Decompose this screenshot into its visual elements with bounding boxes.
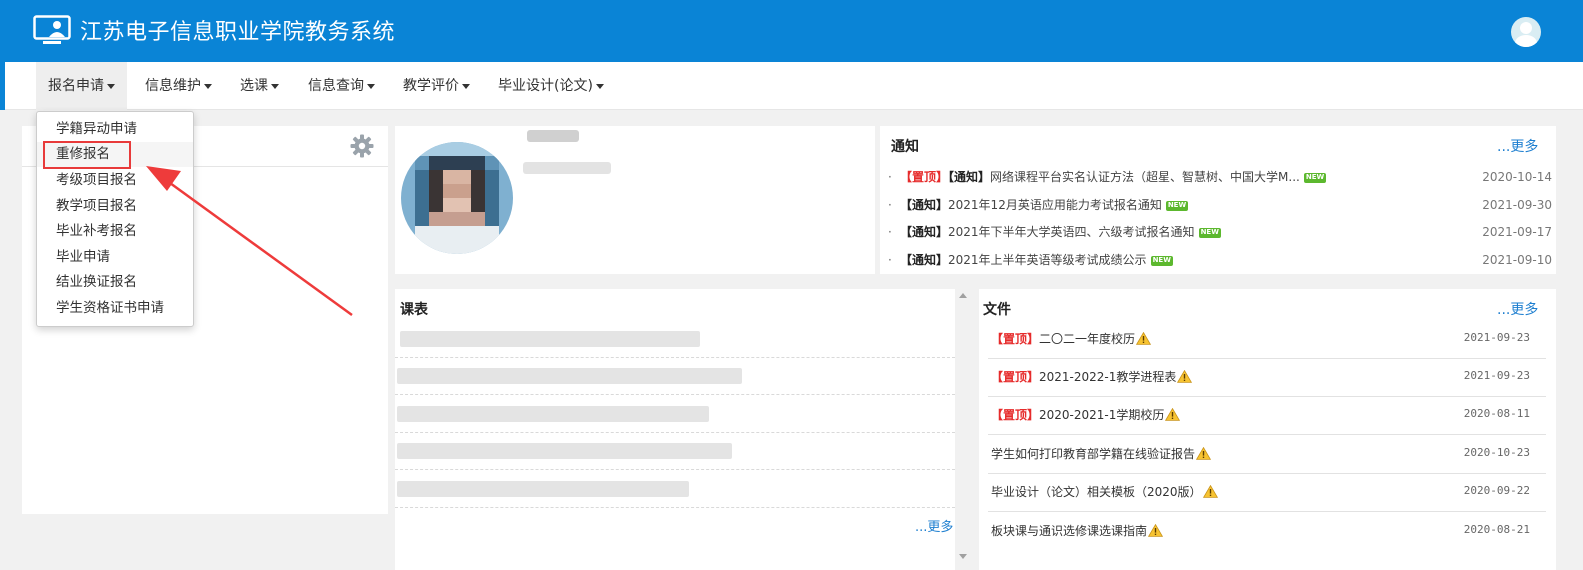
profile-photo [401,142,513,254]
dropdown-item-certificate-exchange[interactable]: 结业换证报名 [37,270,193,295]
schedule-row [395,321,955,358]
dropdown-item-makeup-exam-registration[interactable]: 毕业补考报名 [37,219,193,244]
warning-icon [1202,485,1218,498]
notice-title: 通知 [891,139,919,155]
file-item[interactable]: 【置顶】2021-2022-1教学进程表 2021-09-23 [988,359,1546,397]
new-badge: NEW [1198,227,1221,238]
app-title: 江苏电子信息职业学院教务系统 [80,20,396,45]
student-name-blurred [527,130,579,142]
warning-icon [1136,332,1152,345]
new-badge: NEW [1303,172,1327,183]
dropdown-item-status-change[interactable]: 学籍异动申请 [37,117,193,142]
schedule-row [395,433,955,470]
nav-registration[interactable]: 报名申请 [36,62,127,110]
user-avatar-icon[interactable] [1511,17,1541,47]
dropdown-item-qualification-certificate[interactable]: 学生资格证书申请 [37,296,193,321]
app-header: 江苏电子信息职业学院教务系统 [0,0,1583,62]
nav-info-query[interactable]: 信息查询 [296,62,387,110]
files-more-link[interactable]: ...更多 [1497,299,1538,319]
caret-down-icon [595,83,604,89]
dropdown-item-grade-exam-registration[interactable]: 考级项目报名 [37,168,193,193]
new-badge: NEW [1165,200,1189,211]
nav-teaching-evaluation[interactable]: 教学评价 [391,62,482,110]
caret-down-icon [204,83,212,89]
student-info-blurred [523,162,611,174]
caret-down-icon [107,83,115,89]
notice-more-link[interactable]: ...更多 [1497,136,1538,156]
nav-info-maintenance[interactable]: 信息维护 [133,62,224,110]
file-item[interactable]: 【置顶】2020-2021-1学期校历 2020-08-11 [988,397,1546,435]
scroll-up-arrow-icon[interactable] [959,293,967,298]
file-item[interactable]: 【置顶】二〇二一年度校历 2021-09-23 [988,321,1546,359]
monitor-user-logo-icon [33,15,71,44]
file-item[interactable]: 学生如何打印教育部学籍在线验证报告 2020-10-23 [988,436,1546,474]
schedule-title: 课表 [400,302,428,318]
notice-item[interactable]: · 【通知】2021年12月英语应用能力考试报名通知 NEW 2021-09-30 [888,195,1552,215]
main-nav: 报名申请 信息维护 选课 信息查询 教学评价 毕业设计(论文) [5,62,1583,110]
warning-icon [1148,524,1164,537]
highlight-box [43,141,131,169]
file-item[interactable]: 板块课与通识选修课选课指南 2020-08-21 [988,513,1546,551]
nav-course-selection[interactable]: 选课 [228,62,291,110]
notice-item[interactable]: · 【置顶】【通知】网络课程平台实名认证方法（超星、智慧树、中国大学M... NE… [888,167,1552,187]
warning-icon [1177,370,1193,383]
schedule-row [395,396,955,433]
nav-graduation-thesis[interactable]: 毕业设计(论文) [486,62,616,110]
gear-icon[interactable] [350,134,374,158]
files-title: 文件 [983,302,1011,318]
scroll-down-arrow-icon[interactable] [959,554,967,559]
dropdown-item-teaching-project-registration[interactable]: 教学项目报名 [37,194,193,219]
schedule-row [395,471,955,508]
file-item[interactable]: 毕业设计（论文）相关模板（2020版） 2020-09-22 [988,474,1546,512]
notice-item[interactable]: · 【通知】2021年上半年英语等级考试成绩公示 NEW 2021-09-10 [888,250,1552,270]
schedule-row [395,358,955,395]
caret-down-icon [367,83,375,89]
caret-down-icon [462,83,470,89]
warning-icon [1165,408,1181,421]
warning-icon [1196,447,1212,460]
new-badge: NEW [1150,255,1173,266]
caret-down-icon [271,83,279,89]
dropdown-item-graduation-application[interactable]: 毕业申请 [37,245,193,270]
schedule-more-link[interactable]: ...更多 [915,516,953,535]
notice-item[interactable]: · 【通知】2021年下半年大学英语四、六级考试报名通知 NEW 2021-09-… [888,222,1552,242]
